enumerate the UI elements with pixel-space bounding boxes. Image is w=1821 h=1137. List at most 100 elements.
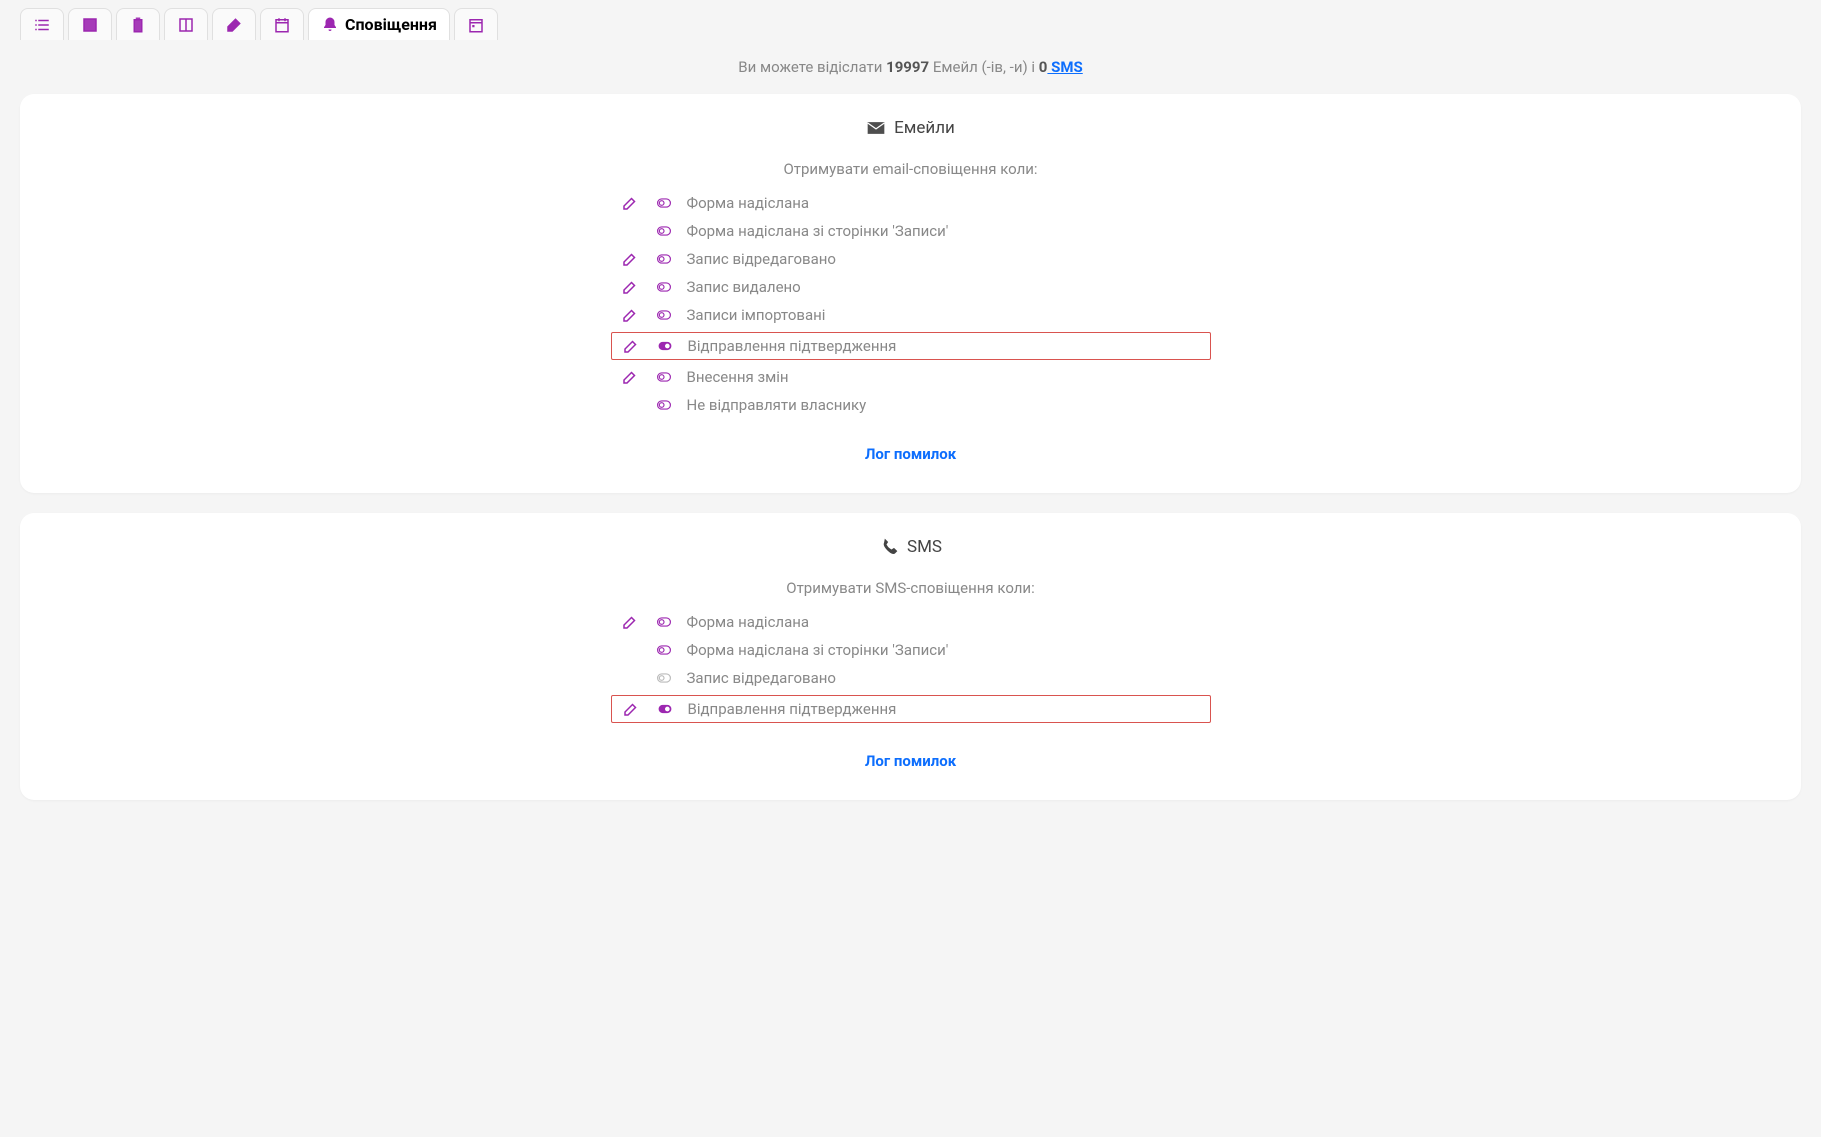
- quota-prefix: Ви можете відіслати: [738, 58, 886, 76]
- sms-row: Запис відредаговано: [611, 667, 1211, 689]
- list-icon: [33, 16, 51, 34]
- toggle-slot: [654, 702, 676, 716]
- toggle-off[interactable]: [654, 280, 674, 294]
- toggle-slot: [653, 308, 675, 322]
- tab-clipboard[interactable]: [116, 8, 160, 40]
- sms-row: Відправлення підтвердження: [611, 695, 1211, 723]
- email-row: Форма надіслана зі сторінки 'Записи': [611, 220, 1211, 242]
- sms-panel-header: SMS: [60, 537, 1761, 557]
- toggle-off[interactable]: [654, 643, 674, 657]
- email-row-label: Запис відредаговано: [687, 250, 836, 268]
- toggle-on[interactable]: [655, 702, 675, 716]
- toggle-slot: [653, 615, 675, 629]
- sms-row-label: Відправлення підтвердження: [688, 700, 897, 718]
- email-panel-subtitle: Отримувати email-сповіщення коли:: [60, 160, 1761, 178]
- email-log-link-wrap: Лог помилок: [60, 444, 1761, 463]
- date-icon: [467, 16, 485, 34]
- email-row: Запис відредаговано: [611, 248, 1211, 270]
- sms-panel: SMS Отримувати SMS-сповіщення коли: Форм…: [20, 513, 1801, 800]
- sms-rows: Форма надіслана Форма надіслана зі сторін…: [60, 611, 1761, 723]
- columns-icon: [177, 16, 195, 34]
- email-row: Внесення змін: [611, 366, 1211, 388]
- bell-icon: [321, 16, 339, 34]
- email-panel: Емейли Отримувати email-сповіщення коли:…: [20, 94, 1801, 493]
- tab-window[interactable]: [68, 8, 112, 40]
- toggle-disabled: [654, 671, 674, 685]
- edit-icon[interactable]: [621, 194, 639, 212]
- sms-log-link[interactable]: Лог помилок: [865, 752, 956, 770]
- sms-panel-subtitle: Отримувати SMS-сповіщення коли:: [60, 579, 1761, 597]
- sms-row-label: Запис відредаговано: [687, 669, 836, 687]
- email-log-link[interactable]: Лог помилок: [865, 445, 956, 463]
- tab-paint[interactable]: [212, 8, 256, 40]
- toggle-off[interactable]: [654, 196, 674, 210]
- edit-slot: [619, 278, 641, 296]
- edit-icon[interactable]: [621, 613, 639, 631]
- toggle-slot: [653, 643, 675, 657]
- clipboard-icon: [129, 16, 147, 34]
- edit-slot: [619, 194, 641, 212]
- email-row: Форма надіслана: [611, 192, 1211, 214]
- email-row-label: Відправлення підтвердження: [688, 337, 897, 355]
- edit-icon[interactable]: [621, 306, 639, 324]
- tab-list[interactable]: [20, 8, 64, 40]
- toggle-off[interactable]: [654, 615, 674, 629]
- toggle-off[interactable]: [654, 224, 674, 238]
- quota-email-label: Емейл (-ів, -и) і: [929, 58, 1039, 76]
- toggle-off[interactable]: [654, 252, 674, 266]
- edit-slot: [619, 306, 641, 324]
- edit-slot: [620, 700, 642, 718]
- email-panel-title: Емейли: [894, 118, 955, 138]
- sms-row: Форма надіслана: [611, 611, 1211, 633]
- email-row: Не відправляти власнику: [611, 394, 1211, 416]
- edit-icon[interactable]: [621, 368, 639, 386]
- window-icon: [81, 16, 99, 34]
- toggle-slot: [653, 671, 675, 685]
- email-rows: Форма надіслана Форма надіслана зі сторін…: [60, 192, 1761, 416]
- edit-slot: [620, 337, 642, 355]
- toggle-slot: [653, 224, 675, 238]
- tab-columns[interactable]: [164, 8, 208, 40]
- toggle-off[interactable]: [654, 308, 674, 322]
- email-row-label: Записи імпортовані: [687, 306, 826, 324]
- sms-row-label: Форма надіслана: [687, 613, 810, 631]
- email-row-label: Форма надіслана зі сторінки 'Записи': [687, 222, 949, 240]
- sms-row: Форма надіслана зі сторінки 'Записи': [611, 639, 1211, 661]
- edit-icon[interactable]: [621, 250, 639, 268]
- quota-sms-link[interactable]: SMS: [1047, 58, 1082, 76]
- tab-notifications-label: Сповіщення: [345, 15, 437, 34]
- sms-row-label: Форма надіслана зі сторінки 'Записи': [687, 641, 949, 659]
- toggle-slot: [653, 252, 675, 266]
- edit-icon[interactable]: [621, 278, 639, 296]
- email-row: Відправлення підтвердження: [611, 332, 1211, 360]
- tab-notifications[interactable]: Сповіщення: [308, 8, 450, 40]
- toggle-off[interactable]: [654, 370, 674, 384]
- edit-icon[interactable]: [622, 700, 640, 718]
- sms-log-link-wrap: Лог помилок: [60, 751, 1761, 770]
- email-row: Записи імпортовані: [611, 304, 1211, 326]
- toggle-slot: [653, 370, 675, 384]
- toggle-slot: [653, 280, 675, 294]
- paint-icon: [225, 16, 243, 34]
- tab-bar: Сповіщення: [20, 8, 1801, 40]
- email-row: Запис видалено: [611, 276, 1211, 298]
- toggle-slot: [654, 339, 676, 353]
- calendar-icon: [273, 16, 291, 34]
- email-row-label: Форма надіслана: [687, 194, 810, 212]
- toggle-slot: [653, 398, 675, 412]
- email-row-label: Запис видалено: [687, 278, 801, 296]
- edit-icon[interactable]: [622, 337, 640, 355]
- email-row-label: Не відправляти власнику: [687, 396, 867, 414]
- quota-line: Ви можете відіслати 19997 Емейл (-ів, -и…: [20, 44, 1801, 84]
- edit-slot: [619, 250, 641, 268]
- tab-calendar[interactable]: [260, 8, 304, 40]
- sms-panel-title: SMS: [907, 537, 942, 557]
- quota-email-count: 19997: [886, 58, 929, 76]
- edit-slot: [619, 368, 641, 386]
- toggle-slot: [653, 196, 675, 210]
- toggle-off[interactable]: [654, 398, 674, 412]
- toggle-on[interactable]: [655, 339, 675, 353]
- tab-date[interactable]: [454, 8, 498, 40]
- phone-icon: [879, 537, 899, 557]
- envelope-icon: [866, 118, 886, 138]
